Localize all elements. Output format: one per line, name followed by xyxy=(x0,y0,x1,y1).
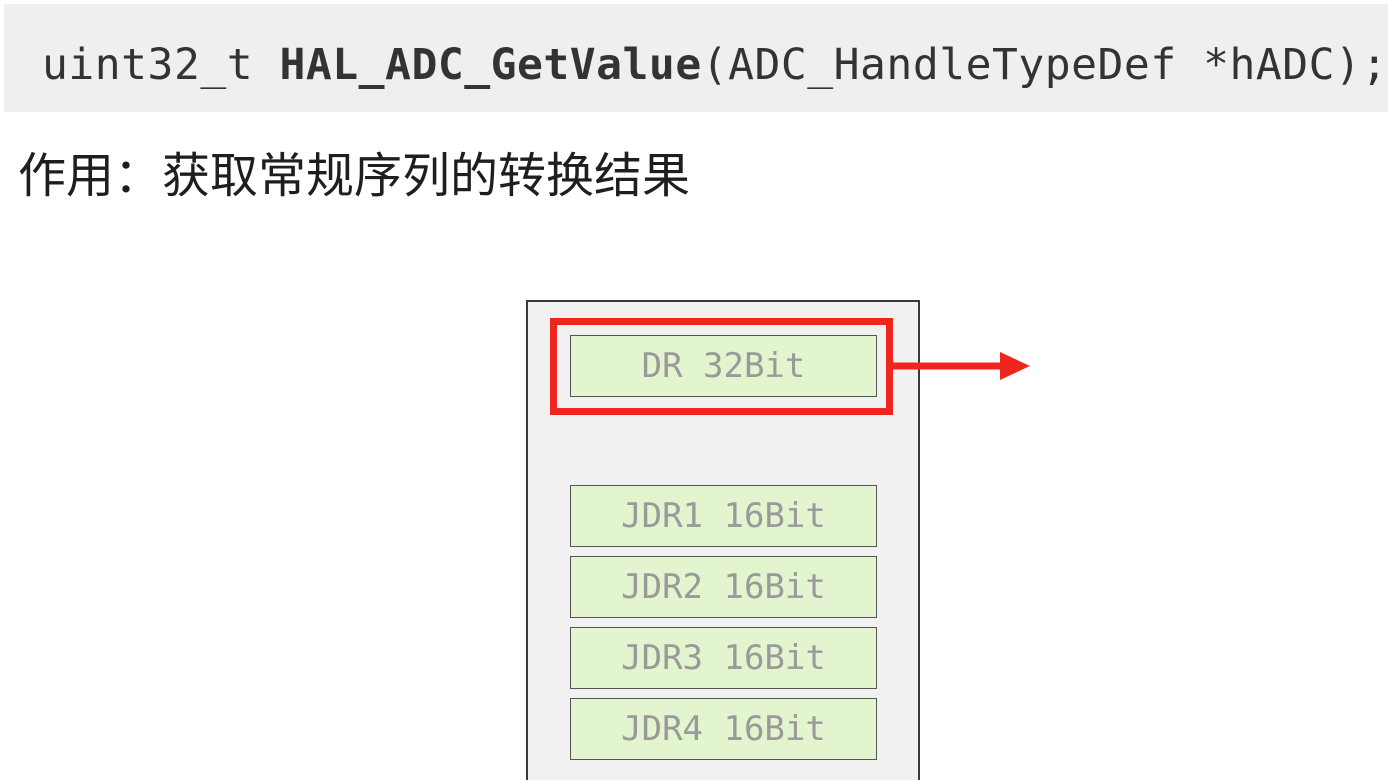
arrow-head xyxy=(1000,352,1030,380)
register-jdr2: JDR2 16Bit xyxy=(570,556,877,618)
function-description: 作用：获取常规序列的转换结果 xyxy=(18,148,691,204)
code-signature-block: uint32_t HAL_ADC_GetValue(ADC_HandleType… xyxy=(4,4,1388,112)
arrow-shaft xyxy=(888,362,1004,370)
return-type: uint32_t xyxy=(42,40,280,90)
register-jdr3: JDR3 16Bit xyxy=(570,627,877,689)
function-params: (ADC_HandleTypeDef *hADC); xyxy=(701,40,1388,90)
register-jdr4: JDR4 16Bit xyxy=(570,698,877,760)
function-name: HAL_ADC_GetValue xyxy=(279,40,702,90)
dr-highlight-box xyxy=(550,318,893,415)
function-signature: uint32_t HAL_ADC_GetValue(ADC_HandleType… xyxy=(42,38,1388,92)
output-arrow-icon xyxy=(888,352,1030,380)
register-jdr1: JDR1 16Bit xyxy=(570,485,877,547)
